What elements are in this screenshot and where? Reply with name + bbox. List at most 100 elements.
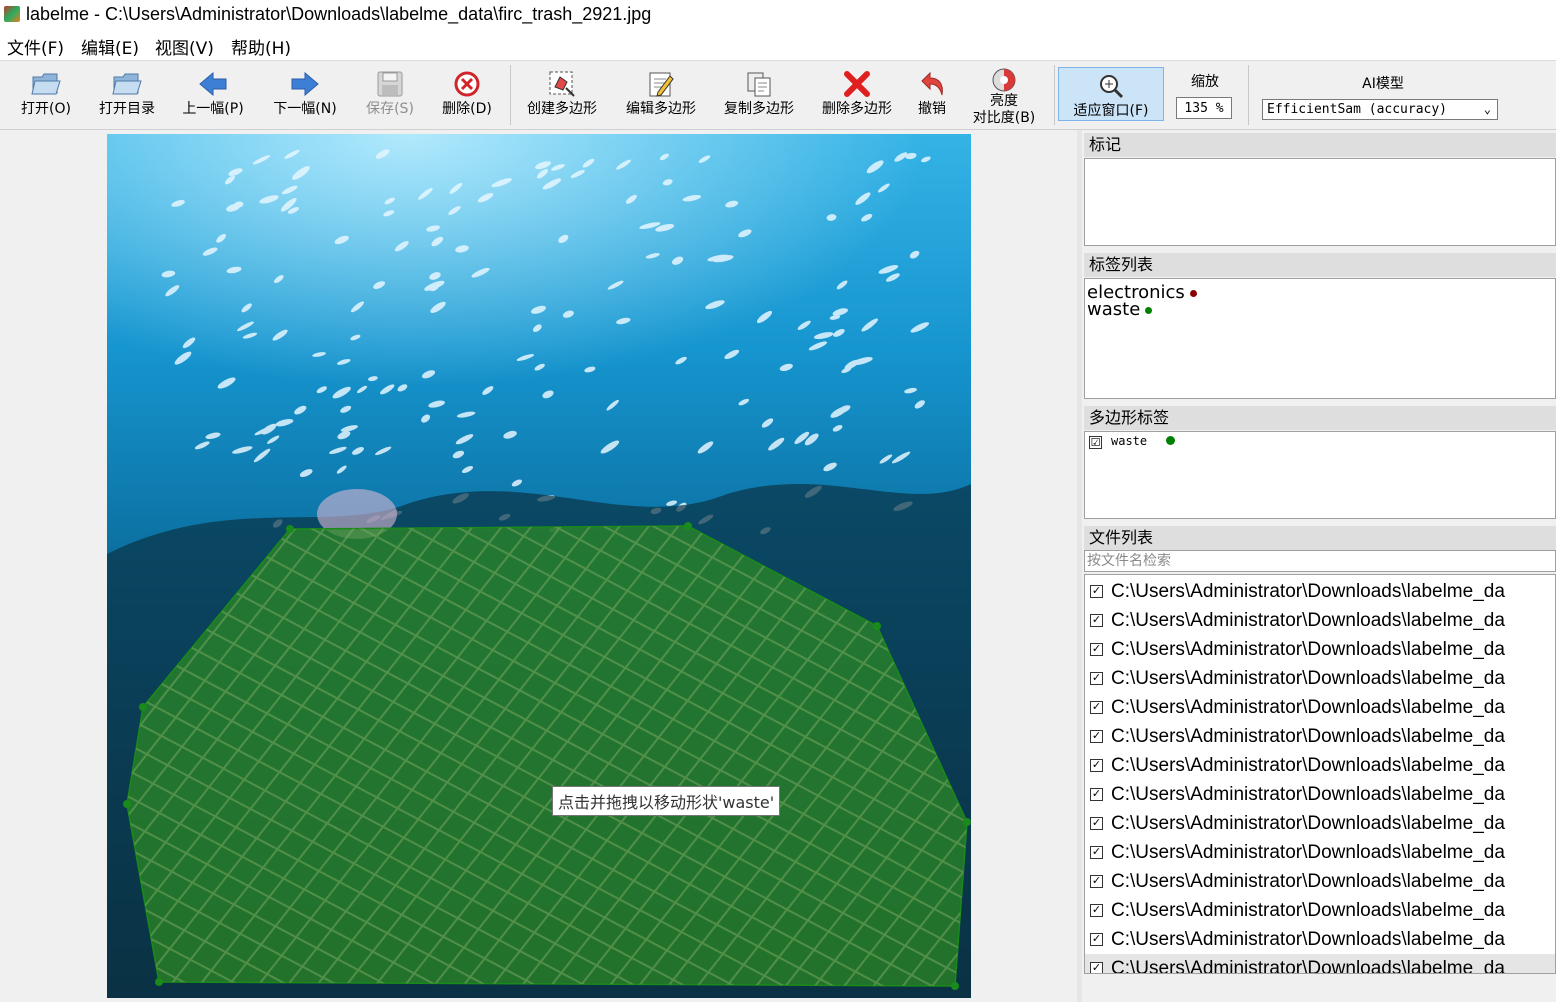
file-list-item[interactable]: ✓ C:\Users\Administrator\Downloads\labelm… <box>1085 577 1555 606</box>
ai-model-control: AI模型 EfficientSam (accuracy) ⌄ <box>1258 61 1508 127</box>
zoom-label: 缩放 <box>1191 74 1219 90</box>
flags-dock: 标记 <box>1084 133 1556 246</box>
flags-list[interactable] <box>1084 158 1556 246</box>
file-list-item[interactable]: ✓ C:\Users\Administrator\Downloads\labelm… <box>1085 635 1555 664</box>
fit-window-button[interactable]: 适应窗口(F) <box>1058 67 1164 121</box>
flags-title: 标记 <box>1084 133 1556 157</box>
delete-polygon-label: 删除多边形 <box>822 101 892 117</box>
polygon-labels-list[interactable]: ☑ waste <box>1084 431 1556 519</box>
delete-file-button[interactable]: 删除(D) <box>438 61 496 127</box>
polygon-vertex-handle[interactable] <box>684 522 692 530</box>
label-color-dot <box>1189 289 1197 297</box>
brightness-contrast-button[interactable]: 亮度 对比度(B) <box>966 61 1042 127</box>
save-button[interactable]: 保存(S) <box>360 61 420 127</box>
menu-file[interactable]: 文件(F) <box>7 34 64 59</box>
polygon-vertex-handle[interactable] <box>286 525 294 533</box>
file-path: C:\Users\Administrator\Downloads\labelme… <box>1111 871 1505 892</box>
file-checkbox[interactable]: ✓ <box>1090 962 1103 973</box>
annotation-canvas[interactable]: 点击并拖拽以移动形状'waste' <box>0 130 1077 1002</box>
prev-label: 上一幅(P) <box>182 101 244 117</box>
floppy-icon <box>374 69 406 99</box>
polygon-visible-checkbox[interactable]: ☑ <box>1089 436 1102 449</box>
polygon-vertex-handle[interactable] <box>873 622 881 630</box>
label-item-waste[interactable]: waste <box>1087 301 1153 319</box>
polygon-vertex-handle[interactable] <box>951 982 959 990</box>
file-checkbox[interactable]: ✓ <box>1090 817 1103 830</box>
label-color-dot <box>1145 306 1153 314</box>
menu-edit[interactable]: 编辑(E) <box>81 34 139 59</box>
file-checkbox[interactable]: ✓ <box>1090 730 1103 743</box>
toolbar: 打开(O) 打开目录 上一幅(P) 下一幅(N) 保存(S) 删除(D) 创建多… <box>0 61 1556 130</box>
arrow-left-icon <box>197 69 229 99</box>
file-checkbox[interactable]: ✓ <box>1090 875 1103 888</box>
file-list-item[interactable]: ✓ C:\Users\Administrator\Downloads\labelm… <box>1085 606 1555 635</box>
file-checkbox[interactable]: ✓ <box>1090 701 1103 714</box>
file-search-input[interactable]: 按文件名检索 <box>1084 550 1556 572</box>
create-polygon-button[interactable]: 创建多边形 <box>520 61 604 127</box>
chevron-down-icon: ⌄ <box>1483 102 1491 116</box>
file-list-item[interactable]: ✓ C:\Users\Administrator\Downloads\labelm… <box>1085 780 1555 809</box>
file-checkbox[interactable]: ✓ <box>1090 933 1103 946</box>
label-list[interactable]: electronics waste <box>1084 278 1556 399</box>
file-checkbox[interactable]: ✓ <box>1090 759 1103 772</box>
polygon-vertex-handle[interactable] <box>963 818 971 826</box>
folder-icon <box>111 69 143 99</box>
file-list-item[interactable]: ✓ C:\Users\Administrator\Downloads\labelm… <box>1085 722 1555 751</box>
polygon-vertex-handle[interactable] <box>123 800 131 808</box>
polygon-vertex-handle[interactable] <box>139 703 147 711</box>
file-list-item[interactable]: ✓ C:\Users\Administrator\Downloads\labelm… <box>1085 693 1555 722</box>
file-list-title: 文件列表 <box>1084 526 1556 550</box>
delete-polygon-button[interactable]: 删除多边形 <box>816 61 898 127</box>
polygon-item-waste[interactable]: ☑ waste <box>1089 434 1289 452</box>
ai-model-label: AI模型 <box>1362 76 1404 92</box>
file-list-item[interactable]: ✓ C:\Users\Administrator\Downloads\labelm… <box>1085 664 1555 693</box>
zoom-control: 缩放 135 % <box>1172 61 1238 127</box>
edit-polygon-label: 编辑多边形 <box>626 101 696 117</box>
zoom-fit-icon <box>1095 71 1127 101</box>
file-list-item[interactable]: ✓ C:\Users\Administrator\Downloads\labelm… <box>1085 954 1555 973</box>
toolbar-separator <box>510 65 511 125</box>
underwater-image[interactable] <box>107 134 971 998</box>
ai-model-value: EfficientSam (accuracy) <box>1267 102 1448 117</box>
file-list-item[interactable]: ✓ C:\Users\Administrator\Downloads\labelm… <box>1085 896 1555 925</box>
file-checkbox[interactable]: ✓ <box>1090 904 1103 917</box>
file-path: C:\Users\Administrator\Downloads\labelme… <box>1111 639 1505 660</box>
open-button[interactable]: 打开(O) <box>14 61 78 127</box>
file-checkbox[interactable]: ✓ <box>1090 643 1103 656</box>
file-path: C:\Users\Administrator\Downloads\labelme… <box>1111 784 1505 805</box>
prev-image-button[interactable]: 上一幅(P) <box>176 61 250 127</box>
file-path: C:\Users\Administrator\Downloads\labelme… <box>1111 842 1505 863</box>
file-list-item[interactable]: ✓ C:\Users\Administrator\Downloads\labelm… <box>1085 751 1555 780</box>
zoom-spinbox[interactable]: 135 % <box>1176 97 1232 119</box>
menu-view[interactable]: 视图(V) <box>155 34 214 59</box>
edit-polygon-button[interactable]: 编辑多边形 <box>620 61 702 127</box>
create-polygon-label: 创建多边形 <box>527 101 597 117</box>
file-list-dock: 文件列表 按文件名检索 ✓ C:\Users\Administrator\Down… <box>1084 526 1556 1002</box>
dock-splitter[interactable] <box>1077 130 1082 1002</box>
file-checkbox[interactable]: ✓ <box>1090 585 1103 598</box>
copy-icon <box>743 69 775 99</box>
file-list-item[interactable]: ✓ C:\Users\Administrator\Downloads\labelm… <box>1085 838 1555 867</box>
file-list-item[interactable]: ✓ C:\Users\Administrator\Downloads\labelm… <box>1085 867 1555 896</box>
menu-help[interactable]: 帮助(H) <box>231 34 291 59</box>
copy-polygon-button[interactable]: 复制多边形 <box>718 61 800 127</box>
delete-label: 删除(D) <box>442 101 492 117</box>
file-list-item[interactable]: ✓ C:\Users\Administrator\Downloads\labelm… <box>1085 925 1555 954</box>
file-path: C:\Users\Administrator\Downloads\labelme… <box>1111 900 1505 921</box>
polygon-labels-title: 多边形标签 <box>1084 406 1556 430</box>
file-checkbox[interactable]: ✓ <box>1090 788 1103 801</box>
file-path: C:\Users\Administrator\Downloads\labelme… <box>1111 813 1505 834</box>
next-image-button[interactable]: 下一幅(N) <box>268 61 342 127</box>
file-checkbox[interactable]: ✓ <box>1090 846 1103 859</box>
open-dir-button[interactable]: 打开目录 <box>92 61 162 127</box>
title-bar: labelme - C:\Users\Administrator\Downloa… <box>0 0 1556 30</box>
polygon-vertex-handle[interactable] <box>155 978 163 986</box>
file-checkbox[interactable]: ✓ <box>1090 614 1103 627</box>
image-canvas[interactable] <box>107 134 971 998</box>
file-checkbox[interactable]: ✓ <box>1090 672 1103 685</box>
file-list-item[interactable]: ✓ C:\Users\Administrator\Downloads\labelm… <box>1085 809 1555 838</box>
file-list[interactable]: ✓ C:\Users\Administrator\Downloads\labelm… <box>1084 574 1556 974</box>
file-path: C:\Users\Administrator\Downloads\labelme… <box>1111 929 1505 950</box>
ai-model-select[interactable]: EfficientSam (accuracy) ⌄ <box>1262 99 1498 120</box>
undo-button[interactable]: 撤销 <box>910 61 954 127</box>
